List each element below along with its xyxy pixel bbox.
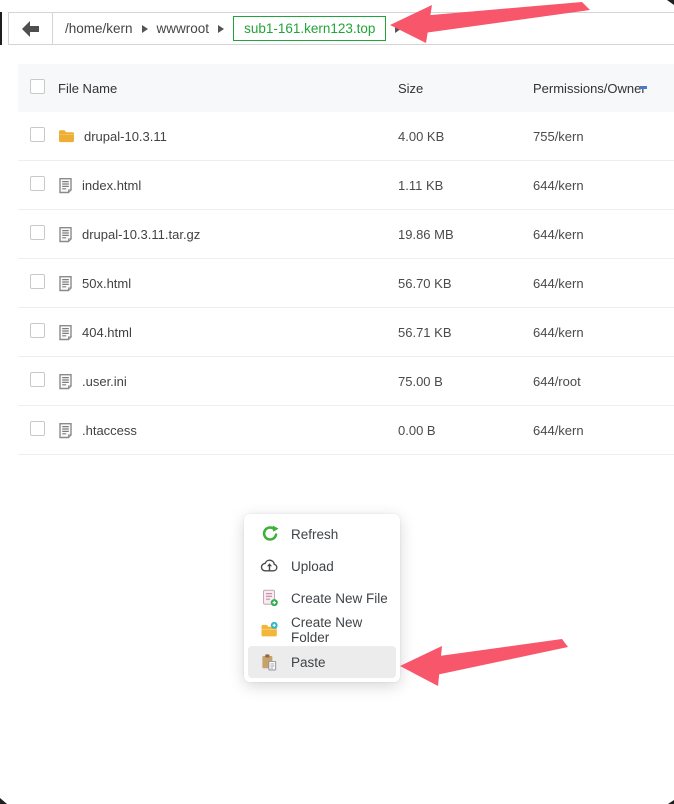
breadcrumb-current-site[interactable]: sub1-161.kern123.top	[233, 16, 386, 41]
table-row[interactable]: drupal-10.3.11.tar.gz 19.86 MB 644/kern	[18, 210, 674, 259]
file-permissions: 644/kern	[533, 325, 674, 340]
file-name[interactable]: 50x.html	[82, 276, 131, 291]
upload-icon	[260, 557, 279, 576]
chevron-right-icon	[218, 25, 224, 33]
file-permissions: 644/root	[533, 374, 674, 389]
file-size: 56.71 KB	[398, 325, 533, 340]
menu-item-create-new-folder[interactable]: Create New Folder	[248, 614, 396, 646]
create-folder-icon	[260, 621, 279, 640]
path-bar: /home/kern wwwroot sub1-161.kern123.top	[8, 12, 674, 45]
screen-edge-artifact	[0, 12, 2, 45]
file-permissions: 644/kern	[533, 227, 674, 242]
header-cropped-icon	[640, 86, 647, 89]
file-icon	[58, 226, 73, 243]
file-table: File Name Size Permissions/Owner drupal-…	[18, 64, 674, 455]
chevron-right-icon	[395, 25, 401, 33]
file-icon	[58, 422, 73, 439]
menu-item-label: Create New File	[291, 591, 388, 606]
file-name[interactable]: drupal-10.3.11	[84, 129, 167, 144]
column-permissions-owner[interactable]: Permissions/Owner	[533, 81, 674, 96]
table-row[interactable]: .htaccess 0.00 B 644/kern	[18, 406, 674, 455]
file-permissions: 644/kern	[533, 276, 674, 291]
screen-corner-artifact	[667, 0, 674, 5]
file-size: 75.00 B	[398, 374, 533, 389]
row-checkbox[interactable]	[30, 274, 45, 289]
menu-item-refresh[interactable]: Refresh	[248, 518, 396, 550]
annotation-arrow-paste	[398, 634, 573, 692]
table-row[interactable]: index.html 1.11 KB 644/kern	[18, 161, 674, 210]
row-checkbox[interactable]	[30, 176, 45, 191]
table-row[interactable]: 50x.html 56.70 KB 644/kern	[18, 259, 674, 308]
breadcrumb-wwwroot[interactable]: wwwroot	[157, 21, 210, 36]
row-checkbox[interactable]	[30, 421, 45, 436]
file-icon	[58, 324, 73, 341]
file-permissions: 755/kern	[533, 129, 674, 144]
row-checkbox[interactable]	[30, 225, 45, 240]
paste-icon	[260, 653, 279, 672]
file-name[interactable]: .htaccess	[82, 423, 137, 438]
menu-item-label: Paste	[291, 655, 326, 670]
menu-item-label: Create New Folder	[291, 615, 396, 645]
file-icon	[58, 373, 73, 390]
back-button[interactable]	[9, 13, 53, 44]
breadcrumb-home-kern[interactable]: /home/kern	[65, 21, 133, 36]
file-name[interactable]: drupal-10.3.11.tar.gz	[82, 227, 200, 242]
refresh-icon	[260, 525, 279, 544]
table-row[interactable]: drupal-10.3.11 4.00 KB 755/kern	[18, 112, 674, 161]
chevron-right-icon	[142, 25, 148, 33]
table-row[interactable]: .user.ini 75.00 B 644/root	[18, 357, 674, 406]
file-size: 19.86 MB	[398, 227, 533, 242]
breadcrumb: /home/kern wwwroot sub1-161.kern123.top	[53, 16, 401, 41]
menu-item-upload[interactable]: Upload	[248, 550, 396, 582]
menu-item-create-new-file[interactable]: Create New File	[248, 582, 396, 614]
table-header: File Name Size Permissions/Owner	[18, 64, 674, 112]
file-permissions: 644/kern	[533, 423, 674, 438]
column-file-name[interactable]: File Name	[58, 81, 398, 96]
file-name[interactable]: 404.html	[82, 325, 132, 340]
screen-corner-artifact	[668, 800, 674, 804]
select-all-checkbox[interactable]	[30, 79, 45, 94]
create-file-icon	[260, 589, 279, 608]
file-size: 1.11 KB	[398, 178, 533, 193]
file-size: 4.00 KB	[398, 129, 533, 144]
file-permissions: 644/kern	[533, 178, 674, 193]
row-checkbox[interactable]	[30, 323, 45, 338]
folder-icon	[58, 128, 75, 144]
table-body: drupal-10.3.11 4.00 KB 755/kern index.ht…	[18, 112, 674, 455]
screen-corner-artifact	[0, 798, 7, 804]
file-size: 0.00 B	[398, 423, 533, 438]
back-arrow-icon	[22, 21, 39, 37]
file-size: 56.70 KB	[398, 276, 533, 291]
column-size[interactable]: Size	[398, 81, 533, 96]
table-row[interactable]: 404.html 56.71 KB 644/kern	[18, 308, 674, 357]
file-name[interactable]: .user.ini	[82, 374, 127, 389]
file-name[interactable]: index.html	[82, 178, 141, 193]
file-icon	[58, 177, 73, 194]
menu-item-label: Refresh	[291, 527, 338, 542]
menu-item-paste[interactable]: Paste	[248, 646, 396, 678]
context-menu: Refresh Upload Create New File Create Ne…	[244, 514, 400, 682]
menu-item-label: Upload	[291, 559, 334, 574]
row-checkbox[interactable]	[30, 372, 45, 387]
row-checkbox[interactable]	[30, 127, 45, 142]
file-icon	[58, 275, 73, 292]
